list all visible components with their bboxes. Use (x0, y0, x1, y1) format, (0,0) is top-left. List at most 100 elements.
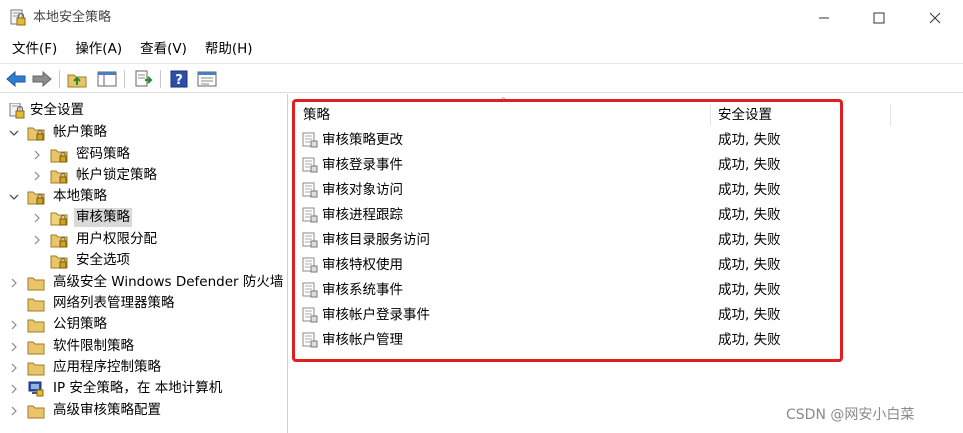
tree-item-label: 安全选项 (76, 252, 130, 268)
policy-name: 审核进程跟踪 (322, 207, 403, 223)
column-divider[interactable] (710, 104, 711, 126)
policy-item-icon (302, 207, 318, 223)
tree-item-label: 应用程序控制策略 (53, 359, 161, 375)
policy-setting: 成功, 失败 (718, 307, 781, 323)
tree-item-label: 安全设置 (30, 102, 84, 118)
security-settings-icon (9, 102, 25, 118)
properties-button[interactable] (196, 68, 218, 90)
table-row[interactable]: 审核系统事件 成功, 失败 (292, 278, 892, 303)
table-row[interactable]: 审核策略更改 成功, 失败 (292, 128, 892, 153)
ip-security-icon (28, 381, 44, 396)
maximize-button[interactable] (855, 0, 903, 36)
toolbar-separator (59, 70, 60, 88)
policy-setting: 成功, 失败 (718, 232, 781, 248)
back-button[interactable] (5, 68, 27, 90)
policy-setting: 成功, 失败 (718, 257, 781, 273)
policy-item-icon (302, 282, 318, 298)
menu-help[interactable]: 帮助(H) (199, 37, 259, 61)
policy-name: 审核系统事件 (322, 282, 403, 298)
policy-name: 审核策略更改 (322, 132, 403, 148)
table-row[interactable]: 审核对象访问 成功, 失败 (292, 178, 892, 203)
table-row[interactable]: 审核登录事件 成功, 失败 (292, 153, 892, 178)
up-one-level-button[interactable] (66, 68, 88, 90)
chevron-down-icon[interactable] (9, 192, 19, 202)
tree-item-label: 公钥策略 (53, 316, 107, 332)
menu-view[interactable]: 查看(V) (134, 37, 193, 61)
close-icon (929, 12, 941, 24)
tree-item-label: 密码策略 (76, 146, 130, 162)
close-button[interactable] (911, 0, 959, 36)
table-row[interactable]: 审核进程跟踪 成功, 失败 (292, 203, 892, 228)
forward-arrow-icon (32, 71, 52, 87)
chevron-right-icon[interactable] (32, 213, 42, 223)
minimize-icon (819, 17, 829, 19)
table-row[interactable]: 审核特权使用 成功, 失败 (292, 253, 892, 278)
chevron-right-icon[interactable] (9, 342, 19, 352)
chevron-right-icon[interactable] (9, 363, 19, 373)
toolbar-separator (160, 70, 161, 88)
policy-item-icon (302, 182, 318, 198)
policy-list: ^ 策略 安全设置 审核策略更改 成功, 失败 审核登录事件 成功, 失败 审核… (292, 94, 963, 433)
column-header-setting[interactable]: 安全设置 (718, 104, 772, 126)
chevron-down-icon[interactable] (9, 128, 19, 138)
sort-indicator-icon: ^ (500, 96, 507, 105)
folder-lock-icon (50, 255, 68, 268)
watermark: CSDN @网安小白菜 (786, 407, 915, 423)
policy-name: 审核对象访问 (322, 182, 403, 198)
export-list-button[interactable] (133, 68, 155, 90)
toolbar: ? (0, 63, 963, 93)
folder-lock-icon (27, 127, 45, 140)
policy-name: 审核登录事件 (322, 157, 403, 173)
tree-item-label: 审核策略 (74, 208, 132, 227)
chevron-right-icon[interactable] (9, 278, 19, 288)
show-hide-tree-button[interactable] (96, 68, 118, 90)
policy-name: 审核特权使用 (322, 257, 403, 273)
column-divider[interactable] (890, 104, 891, 126)
chevron-right-icon[interactable] (9, 320, 19, 330)
maximize-icon (873, 12, 885, 24)
menu-action[interactable]: 操作(A) (69, 37, 128, 61)
table-row[interactable]: 审核帐户登录事件 成功, 失败 (292, 303, 892, 328)
policy-setting: 成功, 失败 (718, 132, 781, 148)
show-tree-icon (97, 71, 117, 87)
tree-item-label: 帐户锁定策略 (76, 167, 157, 183)
folder-icon (27, 362, 45, 375)
menu-file[interactable]: 文件(F) (6, 37, 63, 61)
properties-icon (197, 71, 217, 87)
policy-name: 审核目录服务访问 (322, 232, 430, 248)
folder-lock-icon (50, 149, 68, 162)
back-arrow-icon (6, 71, 26, 87)
tree-item-label: 帐户策略 (53, 124, 107, 140)
chevron-right-icon[interactable] (32, 235, 42, 245)
title-bar: 本地安全策略 (0, 0, 963, 36)
minimize-button[interactable] (800, 0, 848, 36)
policy-item-icon (302, 232, 318, 248)
chevron-right-icon[interactable] (32, 171, 42, 181)
local-security-policy-icon (10, 9, 26, 26)
forward-button[interactable] (31, 68, 53, 90)
tree-item-label: IP 安全策略，在 本地计算机 (53, 380, 223, 396)
tree-item-label: 高级安全 Windows Defender 防火墙 (53, 274, 284, 290)
toolbar-separator (124, 70, 125, 88)
console-tree: 安全设置 帐户策略 密码策略 帐户锁定策略 本地策略 审核策略 用户权限分配 安… (0, 94, 288, 433)
column-header-policy[interactable]: 策略 (303, 104, 330, 126)
chevron-right-icon[interactable] (9, 406, 19, 416)
chevron-right-icon[interactable] (9, 384, 19, 394)
folder-icon (27, 341, 45, 354)
table-row[interactable]: 审核帐户管理 成功, 失败 (292, 328, 892, 353)
policy-name: 审核帐户登录事件 (322, 307, 430, 323)
folder-lock-icon (50, 234, 68, 247)
table-row[interactable]: 审核目录服务访问 成功, 失败 (292, 228, 892, 253)
policy-setting: 成功, 失败 (718, 207, 781, 223)
folder-icon (27, 298, 45, 311)
tree-item-label: 用户权限分配 (76, 231, 157, 247)
policy-setting: 成功, 失败 (718, 157, 781, 173)
policy-setting: 成功, 失败 (718, 332, 781, 348)
chevron-right-icon[interactable] (32, 150, 42, 160)
folder-icon (27, 405, 45, 418)
policy-item-icon (302, 157, 318, 173)
help-button[interactable]: ? (168, 68, 190, 90)
policy-item-icon (302, 332, 318, 348)
window-title: 本地安全策略 (33, 10, 112, 25)
tree-item-label: 高级审核策略配置 (53, 402, 161, 418)
